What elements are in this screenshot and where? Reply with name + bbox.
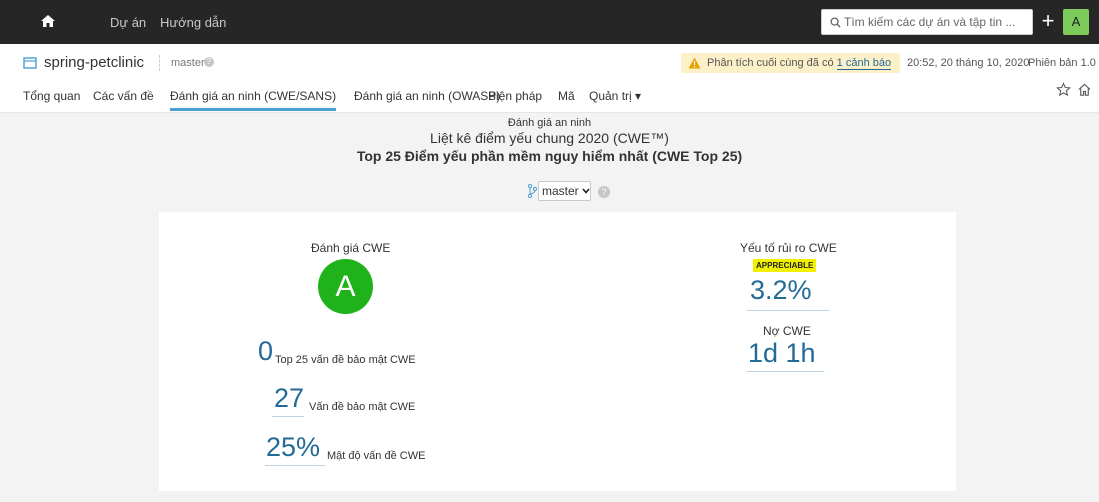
report-help-icon[interactable]: ? [598,186,610,198]
tab-security-owasp[interactable]: Đánh giá an ninh (OWASP) [354,89,500,103]
analysis-date: 20:52, 20 tháng 10, 2020 [907,57,1030,69]
home-icon[interactable] [40,13,56,29]
top-navigation-bar: Dự án Hướng dẫn + A [0,0,1099,44]
search-icon [830,17,841,28]
cwe-debt-label: Nợ CWE [763,324,811,338]
nav-projects-link[interactable]: Dự án [110,15,146,30]
tab-code[interactable]: Mã [558,89,575,103]
top25-issues-label: Top 25 vấn đề bảo mật CWE [275,354,416,366]
cwe-issues-label: Vấn đề bảo mật CWE [309,401,416,413]
warning-prefix: Phân tích cuối cùng đã có [707,57,834,69]
create-button[interactable]: + [1038,10,1058,33]
tab-issues[interactable]: Các vấn đề [93,89,154,103]
analysis-warning: Phân tích cuối cùng đã có 1 cảnh báo [681,53,900,73]
warning-text: Phân tích cuối cùng đã có 1 cảnh báo [707,57,892,70]
cwe-risk-underline [747,310,829,311]
cwe-summary-card: Đánh giá CWE A 0 Top 25 vấn đề bảo mật C… [159,212,956,491]
branch-dropdown-value: master [542,184,579,198]
cwe-density-value[interactable]: 25% [266,432,320,463]
cwe-issues-value[interactable]: 27 [274,383,304,414]
project-name[interactable]: spring-petclinic [44,54,144,71]
chevron-down-icon [582,188,590,194]
cwe-density-label: Mật độ vấn đề CWE [327,450,426,462]
branch-separator [159,55,163,71]
report-subtitle: Top 25 Điểm yếu phần mềm nguy hiểm nhất … [356,148,743,164]
tab-administration[interactable]: Quản trị ▾ [589,89,641,103]
branch-name[interactable]: master [171,57,205,69]
cwe-issues-underline [272,416,304,417]
user-avatar[interactable]: A [1063,9,1089,35]
branch-help-icon[interactable]: ? [204,57,214,67]
search-input[interactable] [844,13,1029,31]
project-version: Phiên bản 1.0 [1028,57,1096,69]
tab-measures[interactable]: Biện pháp [488,89,542,103]
warning-link[interactable]: 1 cảnh báo [836,57,892,70]
report-type: Đánh giá an ninh [507,117,592,129]
branch-dropdown[interactable]: master [538,181,591,201]
star-icon[interactable] [1056,82,1071,97]
tab-overview[interactable]: Tổng quan [23,89,80,103]
house-outline-icon[interactable] [1077,82,1092,97]
project-header: spring-petclinic master ? Phân tích cuối… [0,44,1099,113]
cwe-grade-label: Đánh giá CWE [311,241,391,255]
cwe-debt-underline [746,371,824,372]
nav-guide-link[interactable]: Hướng dẫn [160,15,226,30]
tab-security-cwe-sans[interactable]: Đánh giá an ninh (CWE/SANS) [170,89,337,111]
risk-level-badge: APPRECIABLE [753,259,817,272]
search-box[interactable] [821,9,1033,35]
cwe-risk-label: Yếu tố rủi ro CWE [740,241,837,255]
warning-icon [688,57,701,69]
project-icon [23,57,37,69]
top25-issues-value[interactable]: 0 [258,336,273,367]
branch-icon [527,184,537,198]
cwe-grade-badge: A [318,259,373,314]
cwe-density-underline [265,465,325,466]
cwe-risk-value[interactable]: 3.2% [750,275,812,306]
report-title: Liệt kê điểm yếu chung 2020 (CWE™) [430,130,669,146]
cwe-debt-value[interactable]: 1d 1h [748,338,816,369]
